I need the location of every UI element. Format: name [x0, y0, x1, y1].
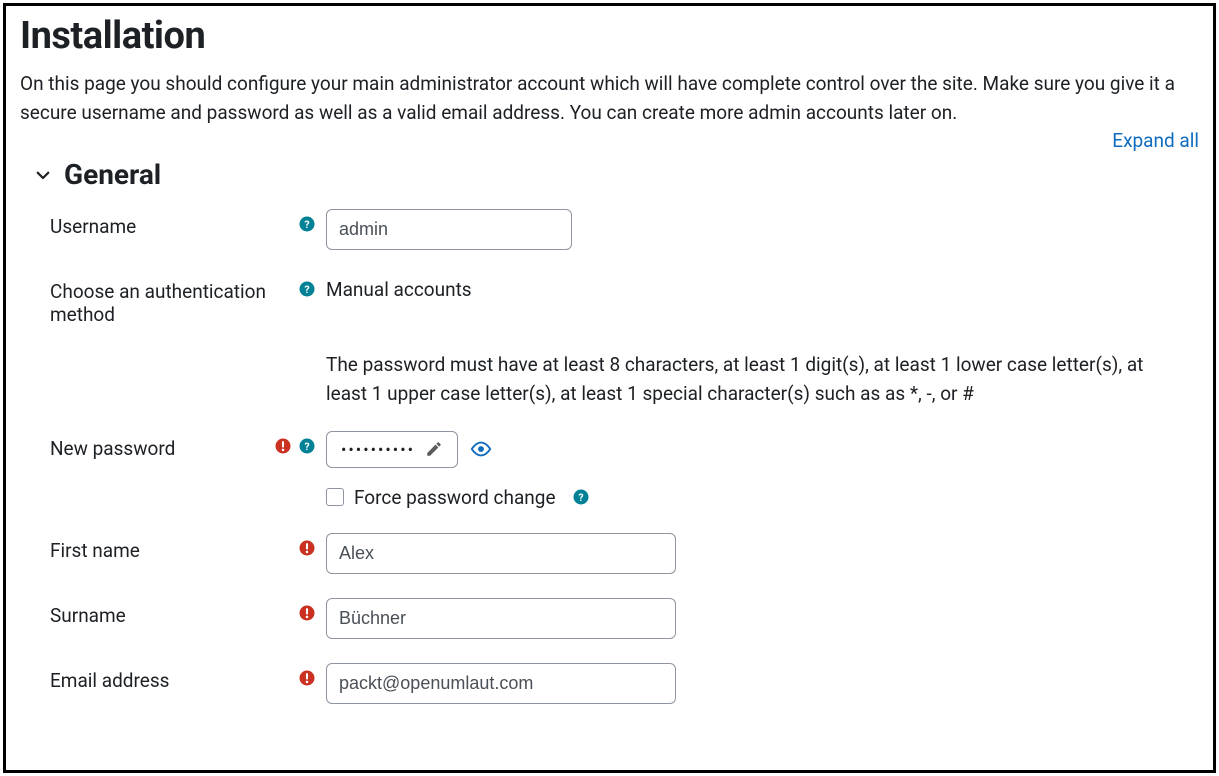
row-surname: Surname — [50, 598, 1199, 639]
help-icon[interactable]: ? — [298, 215, 316, 233]
installation-page: Installation On this page you should con… — [3, 3, 1216, 773]
help-icon[interactable]: ? — [572, 488, 590, 506]
required-icon — [298, 539, 316, 557]
required-icon — [274, 437, 292, 455]
auth-method-value: Manual accounts — [326, 274, 1199, 301]
svg-text:?: ? — [304, 283, 309, 296]
help-icon[interactable]: ? — [298, 437, 316, 455]
force-change-label: Force password change — [354, 486, 556, 509]
row-username: Username ? — [50, 209, 1199, 250]
page-intro: On this page you should configure your m… — [20, 70, 1199, 127]
auth-method-label: Choose an authentication method — [50, 280, 292, 326]
row-new-password: New password ? •••••••••• — [50, 431, 1199, 468]
username-input[interactable] — [326, 209, 572, 250]
row-firstname: First name — [50, 533, 1199, 574]
firstname-label: First name — [50, 539, 140, 562]
expand-all-link[interactable]: Expand all — [1112, 129, 1199, 152]
new-password-label: New password — [50, 437, 175, 460]
svg-text:?: ? — [578, 491, 583, 504]
username-label: Username — [50, 215, 136, 238]
firstname-input[interactable] — [326, 533, 676, 574]
pencil-icon[interactable] — [425, 440, 443, 458]
password-hint: The password must have at least 8 charac… — [326, 350, 1186, 409]
section-header-general[interactable]: General — [34, 158, 1199, 191]
email-label: Email address — [50, 669, 169, 692]
surname-label: Surname — [50, 604, 126, 627]
svg-text:?: ? — [304, 440, 309, 453]
new-password-field[interactable]: •••••••••• — [326, 431, 458, 468]
eye-icon[interactable] — [470, 438, 492, 460]
required-icon — [298, 604, 316, 622]
help-icon[interactable]: ? — [298, 280, 316, 298]
password-masked: •••••••••• — [341, 440, 415, 459]
page-title: Installation — [20, 14, 1199, 58]
expand-row: Expand all — [20, 129, 1199, 152]
row-auth-method: Choose an authentication method ? Manual… — [50, 274, 1199, 326]
row-force-password-change: Force password change ? — [326, 486, 1199, 509]
force-change-checkbox[interactable] — [326, 488, 344, 506]
chevron-down-icon[interactable] — [34, 166, 52, 184]
svg-text:?: ? — [304, 218, 309, 231]
row-email: Email address — [50, 663, 1199, 704]
required-icon — [298, 669, 316, 687]
email-input[interactable] — [326, 663, 676, 704]
section-title: General — [64, 158, 161, 191]
surname-input[interactable] — [326, 598, 676, 639]
